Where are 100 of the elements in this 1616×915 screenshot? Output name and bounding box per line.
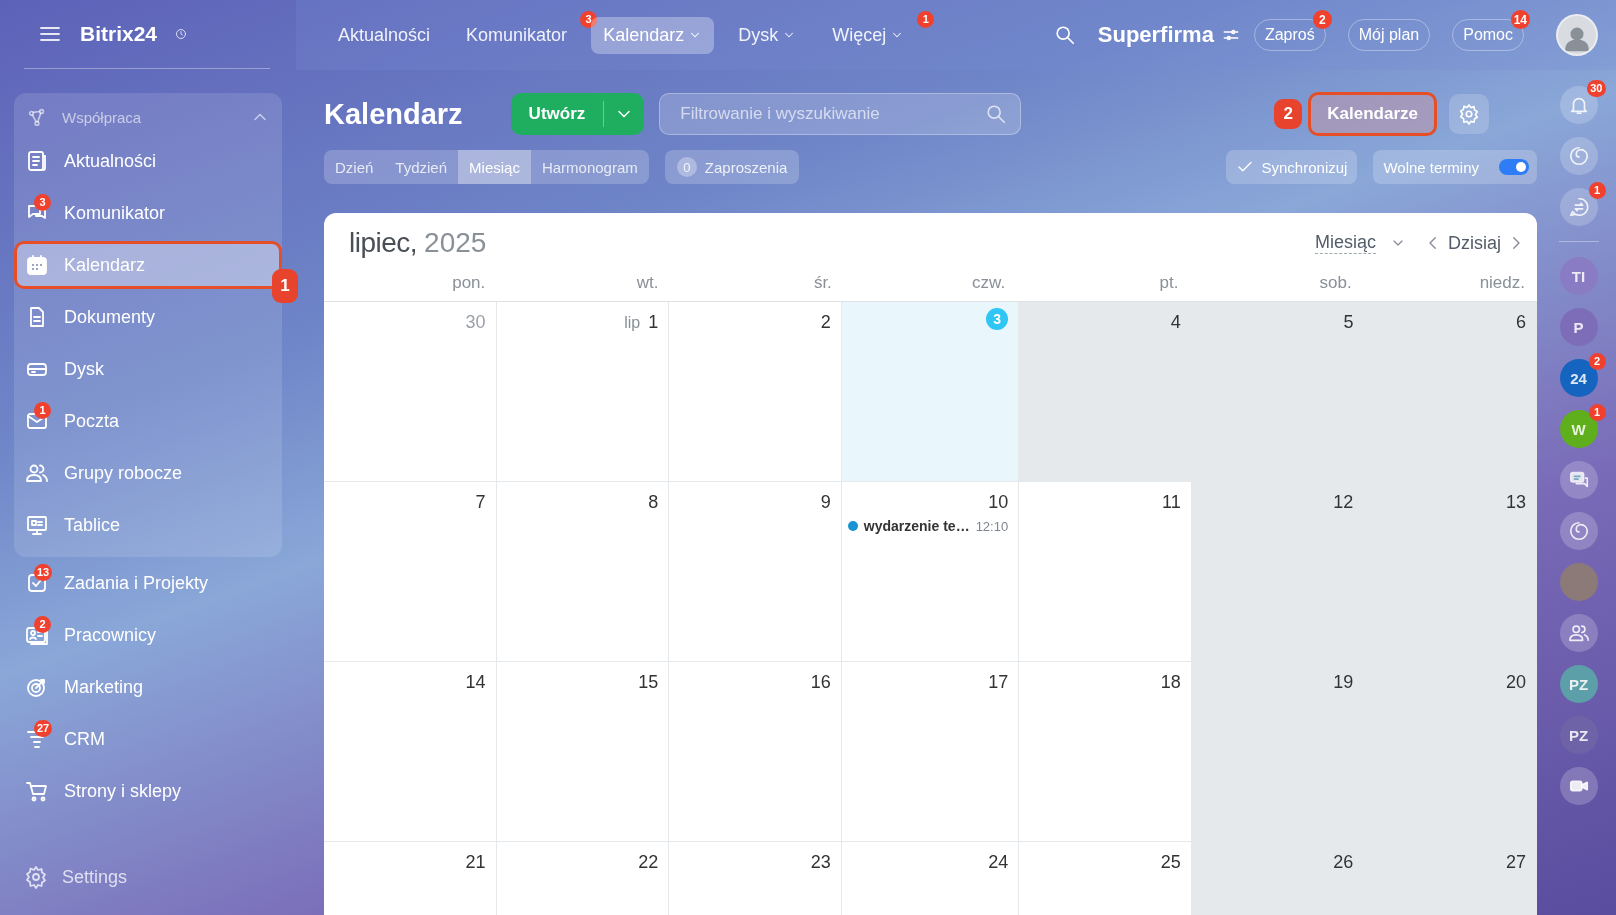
sidebar-item[interactable]: Grupy robocze	[14, 449, 282, 497]
search-icon	[985, 103, 1008, 125]
company-name[interactable]: Superfirma	[1097, 22, 1214, 48]
nav-tab[interactable]: Dysk	[726, 16, 809, 54]
rail-avatar[interactable]: PZ	[1559, 716, 1598, 754]
day-cell[interactable]: 27	[1364, 842, 1537, 915]
month-label: lip	[624, 314, 641, 332]
day-cell[interactable]: 18	[1019, 662, 1192, 842]
day-cell[interactable]: 17	[841, 662, 1020, 842]
sidebar-item[interactable]: 13 Zadania i Projekty	[14, 559, 282, 607]
sidebar-item[interactable]: Strony i sklepy	[14, 767, 282, 815]
rail-button[interactable]	[1559, 137, 1598, 175]
view-tab[interactable]: Tydzień	[384, 150, 459, 184]
day-cell[interactable]: 11	[1019, 482, 1192, 662]
rail-button[interactable]	[1559, 512, 1598, 550]
day-number: 25	[1160, 852, 1181, 873]
day-number: 22	[638, 852, 659, 873]
invitations-button[interactable]: 0 Zaproszenia	[664, 150, 800, 184]
day-cell[interactable]: 6	[1364, 302, 1537, 482]
toggle-switch[interactable]	[1499, 159, 1529, 175]
spiral-icon	[1567, 520, 1590, 542]
sidebar-item[interactable]: Tablice	[14, 501, 282, 549]
day-cell[interactable]: 9	[669, 482, 842, 662]
weekday-label: śr.	[812, 273, 833, 294]
rail-button[interactable]	[1559, 461, 1598, 499]
rail-button[interactable]	[1559, 188, 1598, 226]
day-number: 13	[1505, 492, 1526, 513]
day-cell[interactable]: 15	[496, 662, 670, 842]
day-cell[interactable]: 2	[669, 302, 842, 482]
day-number: 27	[1505, 852, 1526, 873]
notification-badge: 14	[1510, 10, 1530, 29]
rail-avatar[interactable]: TI	[1559, 257, 1598, 295]
day-cell[interactable]: 5	[1191, 302, 1365, 482]
day-cell[interactable]: 3	[841, 302, 1020, 482]
clock-icon	[175, 28, 188, 40]
nav-tab[interactable]: Kalendarz	[591, 16, 715, 54]
nav-tab[interactable]: Więcej	[820, 16, 917, 54]
day-number: 9	[820, 492, 831, 513]
notification-badge: 3	[580, 10, 598, 28]
day-cell[interactable]: 16	[669, 662, 842, 842]
rail-button[interactable]	[1559, 614, 1598, 652]
rail-avatar[interactable]: PZ	[1559, 665, 1598, 703]
day-number: 23	[810, 852, 831, 873]
free-slots-toggle[interactable]: Wolne terminy	[1373, 150, 1537, 184]
day-number: 17	[988, 672, 1009, 693]
day-cell[interactable]: 7	[324, 482, 497, 662]
day-number: 2	[820, 312, 831, 333]
view-tab[interactable]: Miesiąc	[458, 150, 531, 184]
day-cell[interactable]: 19	[1191, 662, 1365, 842]
sidebar-item[interactable]: 3 Komunikator	[14, 189, 282, 237]
day-cell[interactable]: 20	[1364, 662, 1537, 842]
day-cell[interactable]: 12	[1191, 482, 1365, 662]
sidebar-item[interactable]: Marketing	[14, 663, 282, 711]
day-number: 26	[1333, 852, 1354, 873]
nav-tab[interactable]: Komunikator	[454, 16, 580, 54]
sidebar-item[interactable]: 1 Poczta	[14, 397, 282, 445]
settings-icon	[24, 865, 48, 889]
presentation-board-icon	[25, 513, 49, 537]
sidebar-item[interactable]: Dysk	[14, 345, 282, 393]
day-cell[interactable]: 8	[496, 482, 670, 662]
settings-button[interactable]	[1449, 94, 1489, 134]
day-number: 19	[1333, 672, 1354, 693]
today-button[interactable]: Dzisiaj	[1442, 232, 1507, 254]
sidebar-item[interactable]: 2 Pracownicy	[14, 611, 282, 659]
year-title: 2025	[424, 227, 487, 259]
view-tab[interactable]: Harmonogram	[530, 150, 649, 184]
day-cell[interactable]: 4	[1019, 302, 1192, 482]
rail-button[interactable]	[1559, 767, 1598, 805]
logo[interactable]: Bitrix24	[80, 22, 158, 46]
day-number: 5	[1343, 312, 1354, 333]
day-cell[interactable]: 13	[1364, 482, 1537, 662]
notification-badge: 1	[34, 402, 51, 419]
day-cell[interactable]: lip 1	[496, 302, 670, 482]
avatar[interactable]	[1556, 14, 1598, 56]
weekday-label: wt.	[635, 273, 660, 294]
day-cell[interactable]: 10 wydarzenie te… 12:10	[841, 482, 1020, 662]
create-button[interactable]: Utwórz	[510, 93, 645, 135]
spiral-icon	[1567, 145, 1590, 167]
rail-avatar[interactable]: P	[1559, 308, 1598, 346]
sidebar-item[interactable]: 27 CRM	[14, 715, 282, 763]
sync-button[interactable]: Synchronizuj	[1225, 150, 1358, 184]
search-icon[interactable]	[1053, 24, 1076, 46]
weekday-label: pon.	[451, 273, 487, 294]
day-cell[interactable]: 26	[1191, 842, 1365, 915]
day-number: 14	[465, 672, 486, 693]
day-number: 30	[465, 312, 486, 333]
notification-badge: 30	[1587, 80, 1606, 97]
view-tab[interactable]: Dzień	[324, 150, 385, 184]
weekday-label: pt.	[1158, 273, 1180, 294]
sidebar-item[interactable]: Aktualności	[14, 137, 282, 185]
view-dropdown[interactable]: Miesiąc	[1314, 232, 1376, 254]
day-cell[interactable]: 14	[324, 662, 497, 842]
day-cell[interactable]: 30	[324, 302, 497, 482]
settings-link[interactable]: Settings	[14, 853, 282, 901]
people-icon	[1567, 622, 1590, 644]
calendar-event[interactable]: wydarzenie te… 12:10	[847, 518, 1009, 534]
calendars-button[interactable]: Kalendarze	[1308, 92, 1437, 136]
notification-badge: 1	[1588, 182, 1606, 199]
sidebar-item[interactable]: Kalendarz	[14, 241, 282, 289]
nav-tab[interactable]: Aktualności	[326, 16, 443, 54]
